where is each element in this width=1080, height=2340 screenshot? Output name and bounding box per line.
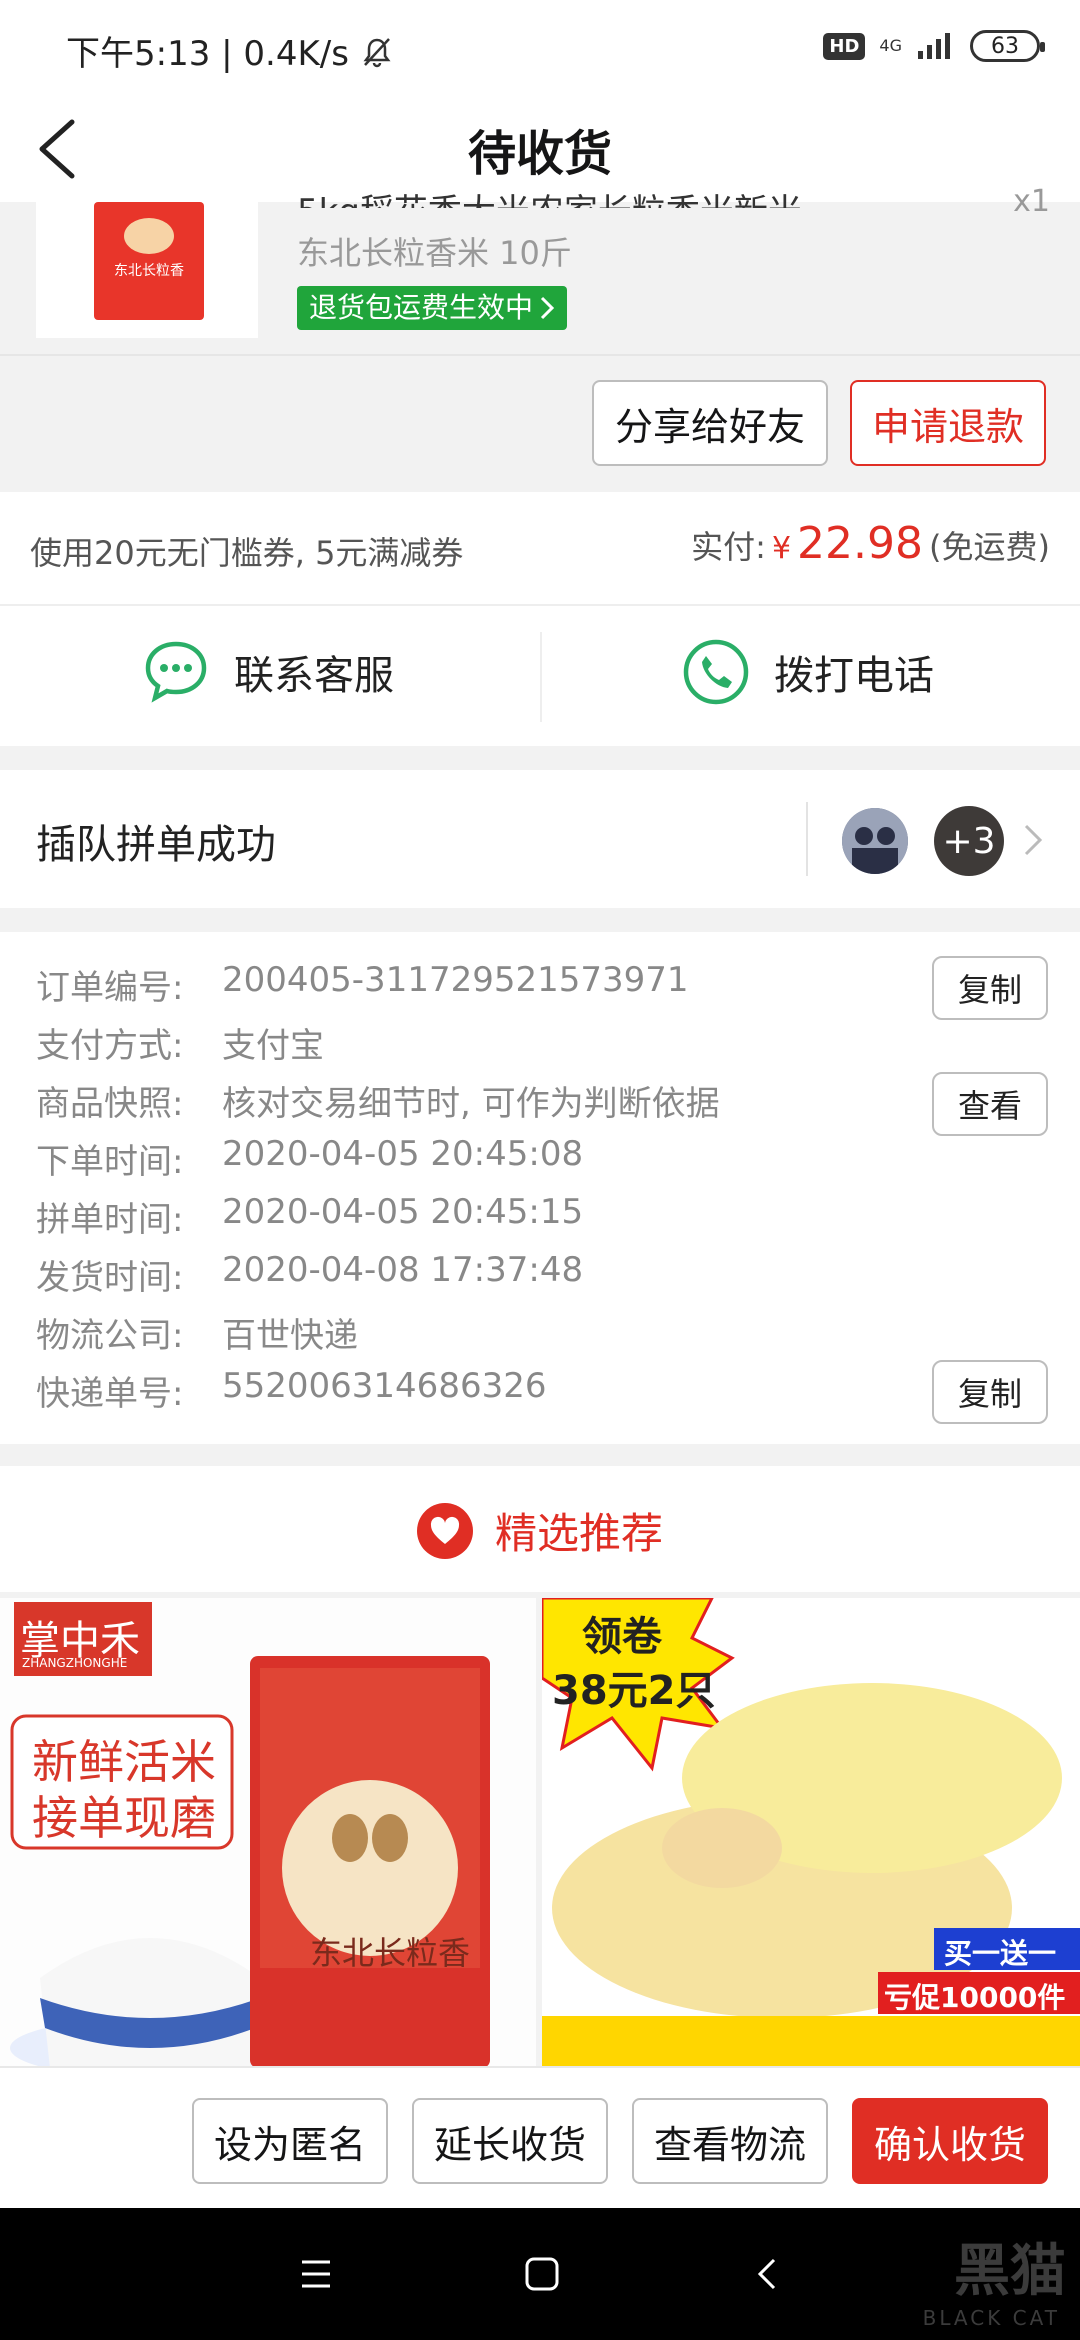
ad-slogan-2: 接单现磨 bbox=[32, 1791, 216, 1845]
system-nav-bar: 黑猫 BLACK CAT bbox=[0, 2208, 1080, 2340]
chevron-right-icon bbox=[1024, 824, 1043, 856]
divider bbox=[806, 802, 808, 876]
payment-summary: 使用20元无门槛券, 5元满减券 实付: ¥ 22.98 (免运费) bbox=[0, 492, 1080, 604]
order-info-row: 支付方式: 支付宝 bbox=[36, 1026, 324, 1066]
product-title: 5kg稻花香大米农家长粒香米新米 bbox=[297, 184, 1017, 208]
order-info-row: 下单时间: 2020-04-05 20:45:08 bbox=[36, 1134, 584, 1182]
product-thumbnail[interactable]: 东北长粒香 bbox=[36, 202, 258, 338]
contact-bar: 联系客服 拨打电话 bbox=[0, 606, 1080, 746]
return-shipping-badge[interactable]: 退货包运费生效中 bbox=[297, 286, 568, 330]
coupon-text-2: 38元2只 bbox=[552, 1668, 716, 1714]
order-info-row: 商品快照: 核对交易细节时, 可作为判断依据 bbox=[36, 1084, 720, 1124]
share-button[interactable]: 分享给好友 bbox=[592, 380, 828, 466]
page-title: 待收货 bbox=[467, 126, 612, 182]
recommended-product-rice[interactable]: 掌中禾 ZHANGZHONGHE 新鲜活米 接单现磨 东北长粒香 bbox=[0, 1598, 536, 2068]
order-info-row: 快递单号: 552006314686326 bbox=[36, 1366, 547, 1414]
view-logistics-button[interactable]: 查看物流 bbox=[632, 2098, 828, 2184]
divider bbox=[540, 632, 542, 722]
product-summary[interactable]: 东北长粒香 5kg稻花香大米农家长粒香米新米 x1 东北长粒香米 10斤 退货包… bbox=[0, 184, 1080, 356]
chevron-right-icon bbox=[540, 296, 555, 320]
brand-logo-en: ZHANGZHONGHE bbox=[22, 1656, 128, 1670]
chat-bubble-icon bbox=[145, 641, 207, 703]
shipping-note: (免运费) bbox=[929, 528, 1050, 566]
recommend-header: 精选推荐 bbox=[0, 1466, 1080, 1592]
amount-value: 22.98 bbox=[797, 518, 924, 569]
copy-order-number-button[interactable]: 复制 bbox=[932, 956, 1048, 1020]
product-spec: 东北长粒香米 10斤 bbox=[297, 234, 572, 272]
contact-service-label: 联系客服 bbox=[234, 653, 394, 699]
order-info-row: 拼单时间: 2020-04-05 20:45:15 bbox=[36, 1192, 584, 1240]
heart-icon bbox=[416, 1502, 473, 1559]
view-snapshot-button[interactable]: 查看 bbox=[932, 1072, 1048, 1136]
status-left: 下午5:13 | 0.4K/s bbox=[66, 26, 394, 75]
status-bar: 下午5:13 | 0.4K/s HD 4G 63 bbox=[0, 0, 1080, 96]
order-info-row: 发货时间: 2020-04-08 17:37:48 bbox=[36, 1250, 584, 1298]
bag-label: 东北长粒香 bbox=[310, 1934, 471, 1972]
promo-sale: 亏促10000件 bbox=[884, 1981, 1066, 2014]
phone-icon bbox=[683, 639, 749, 705]
paid-label: 实付: bbox=[691, 528, 766, 566]
battery-icon: 63 bbox=[970, 30, 1045, 62]
network-type: 4G bbox=[879, 36, 902, 55]
copy-tracking-number-button[interactable]: 复制 bbox=[932, 1360, 1048, 1424]
hd-badge: HD bbox=[823, 32, 866, 60]
extend-receipt-button[interactable]: 延长收货 bbox=[412, 2098, 608, 2184]
watermark-logo: 黑猫 bbox=[954, 2239, 1066, 2304]
avatar-more-count: +3 bbox=[934, 806, 1004, 876]
menu-icon[interactable] bbox=[298, 2254, 334, 2294]
thumb-label: 东北长粒香 bbox=[114, 263, 184, 279]
signal-icon bbox=[918, 33, 950, 59]
confirm-receipt-button[interactable]: 确认收货 bbox=[852, 2098, 1048, 2184]
refund-button[interactable]: 申请退款 bbox=[850, 380, 1046, 466]
group-buy-status: 插队拼单成功 bbox=[36, 822, 276, 868]
recommend-title: 精选推荐 bbox=[494, 1509, 663, 1558]
watermark-text: BLACK CAT bbox=[922, 2306, 1060, 2330]
coupon-text: 使用20元无门槛券, 5元满减券 bbox=[30, 534, 464, 572]
promo-bogo: 买一送一 bbox=[944, 1937, 1057, 1970]
product-quantity: x1 bbox=[1013, 184, 1050, 219]
currency-symbol: ¥ bbox=[771, 531, 792, 566]
coupon-text-1: 领卷 bbox=[582, 1614, 662, 1660]
group-buy-row[interactable]: 插队拼单成功 +3 bbox=[0, 770, 1080, 908]
order-info-row: 订单编号: 200405-311729521573971 bbox=[36, 960, 689, 1008]
mute-bell-icon bbox=[363, 38, 391, 68]
bottom-action-bar: 设为匿名 延长收货 查看物流 确认收货 bbox=[0, 2066, 1080, 2208]
order-info-row: 物流公司: 百世快递 bbox=[36, 1316, 358, 1356]
order-actions: 分享给好友 申请退款 bbox=[0, 356, 1080, 492]
status-time-speed: 下午5:13 | 0.4K/s bbox=[66, 34, 349, 74]
back-icon[interactable] bbox=[752, 2254, 782, 2294]
avatar bbox=[842, 808, 908, 874]
status-right: HD 4G 63 bbox=[823, 30, 1045, 62]
contact-service-button[interactable]: 联系客服 bbox=[142, 638, 394, 706]
set-anonymous-button[interactable]: 设为匿名 bbox=[192, 2098, 388, 2184]
call-phone-button[interactable]: 拨打电话 bbox=[682, 638, 934, 706]
paid-amount: 实付: ¥ 22.98 (免运费) bbox=[691, 518, 1050, 569]
recommended-product-chicken[interactable]: 领卷 38元2只 买一送一 亏促10000件 bbox=[542, 1598, 1080, 2068]
home-icon[interactable] bbox=[522, 2254, 562, 2294]
rice-bag-image: 东北长粒香 bbox=[94, 202, 204, 320]
call-phone-label: 拨打电话 bbox=[774, 653, 934, 699]
order-info: 订单编号: 200405-311729521573971 支付方式: 支付宝 商品快… bbox=[0, 932, 1080, 1444]
